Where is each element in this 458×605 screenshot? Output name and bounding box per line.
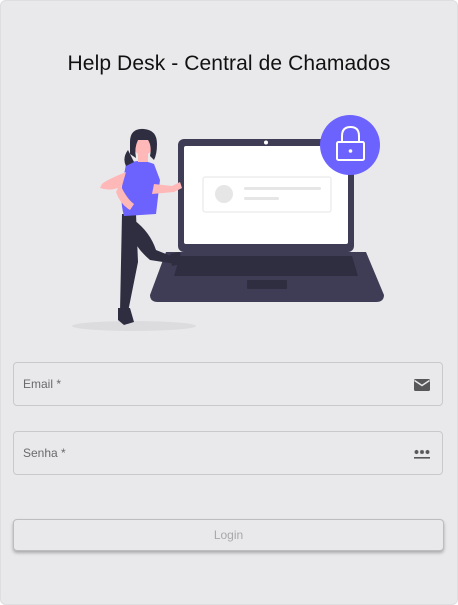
page-title: Help Desk - Central de Chamados [67,52,391,75]
login-card: Help Desk - Central de Chamados Email * … [0,0,458,605]
email-field[interactable]: Email * [13,362,443,406]
password-input[interactable] [22,442,406,468]
email-input[interactable] [22,373,406,399]
password-icon [414,449,430,459]
email-icon [414,379,430,391]
password-field[interactable]: Senha * [13,431,443,475]
login-button[interactable]: Login [13,519,444,551]
laptop-security-illustration [72,115,384,331]
